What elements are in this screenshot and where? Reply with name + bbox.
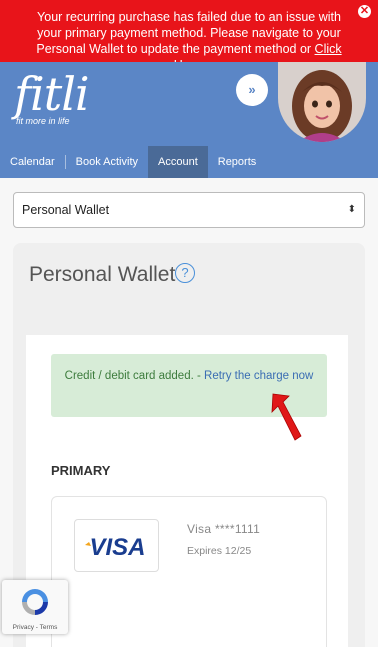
nav-tab-reports[interactable]: Reports: [208, 146, 267, 178]
visa-logo-text: VISA: [89, 534, 145, 561]
pointer-arrow-icon: [271, 393, 302, 441]
card-expiry: Expires 12/25: [187, 545, 252, 557]
help-icon[interactable]: ?: [175, 263, 195, 283]
chevron-double-down-icon[interactable]: »: [236, 74, 268, 106]
wallet-panel: Credit / debit card added. - Retry the c…: [26, 335, 348, 647]
page-title: Personal Wallet: [29, 263, 176, 286]
recaptcha-terms-link[interactable]: Terms: [40, 624, 58, 631]
recaptcha-badge[interactable]: Privacy - Terms: [2, 580, 68, 634]
nav-tab-calendar[interactable]: Calendar: [0, 146, 65, 178]
wallet-select[interactable]: Personal Wallet ⬍: [13, 192, 365, 228]
nav-tab-account[interactable]: Account: [148, 146, 208, 178]
success-text: Credit / debit card added. -: [64, 370, 205, 382]
avatar[interactable]: [278, 62, 366, 142]
nav-tab-book-activity[interactable]: Book Activity: [66, 146, 148, 178]
close-icon[interactable]: ✕: [358, 5, 371, 18]
payment-method-card[interactable]: VISA Visa ****1111 Expires 12/25: [51, 496, 327, 647]
main-content: Personal Wallet ⬍ Personal Wallet ? Cred…: [0, 178, 378, 647]
recaptcha-links: Privacy - Terms: [2, 624, 68, 631]
primary-heading: PRIMARY: [51, 463, 111, 478]
alert-banner: Your recurring purchase has failed due t…: [0, 0, 378, 72]
logo-wordmark: fitli: [14, 67, 90, 121]
recaptcha-privacy-link[interactable]: Privacy: [13, 624, 34, 631]
wallet-select-value: Personal Wallet: [22, 203, 110, 217]
recaptcha-icon: [22, 589, 48, 615]
main-nav: Calendar Book Activity Account Reports: [0, 146, 378, 178]
retry-charge-link[interactable]: Retry the charge now: [204, 370, 313, 382]
visa-logo: VISA: [74, 519, 159, 572]
fitli-logo[interactable]: fitli fit more in life: [14, 67, 90, 126]
alert-message: Your recurring purchase has failed due t…: [36, 10, 341, 56]
select-arrows-icon: ⬍: [347, 204, 356, 215]
card-number: Visa ****1111: [187, 522, 261, 536]
app-header: fitli fit more in life » Calendar Book A…: [0, 62, 378, 178]
